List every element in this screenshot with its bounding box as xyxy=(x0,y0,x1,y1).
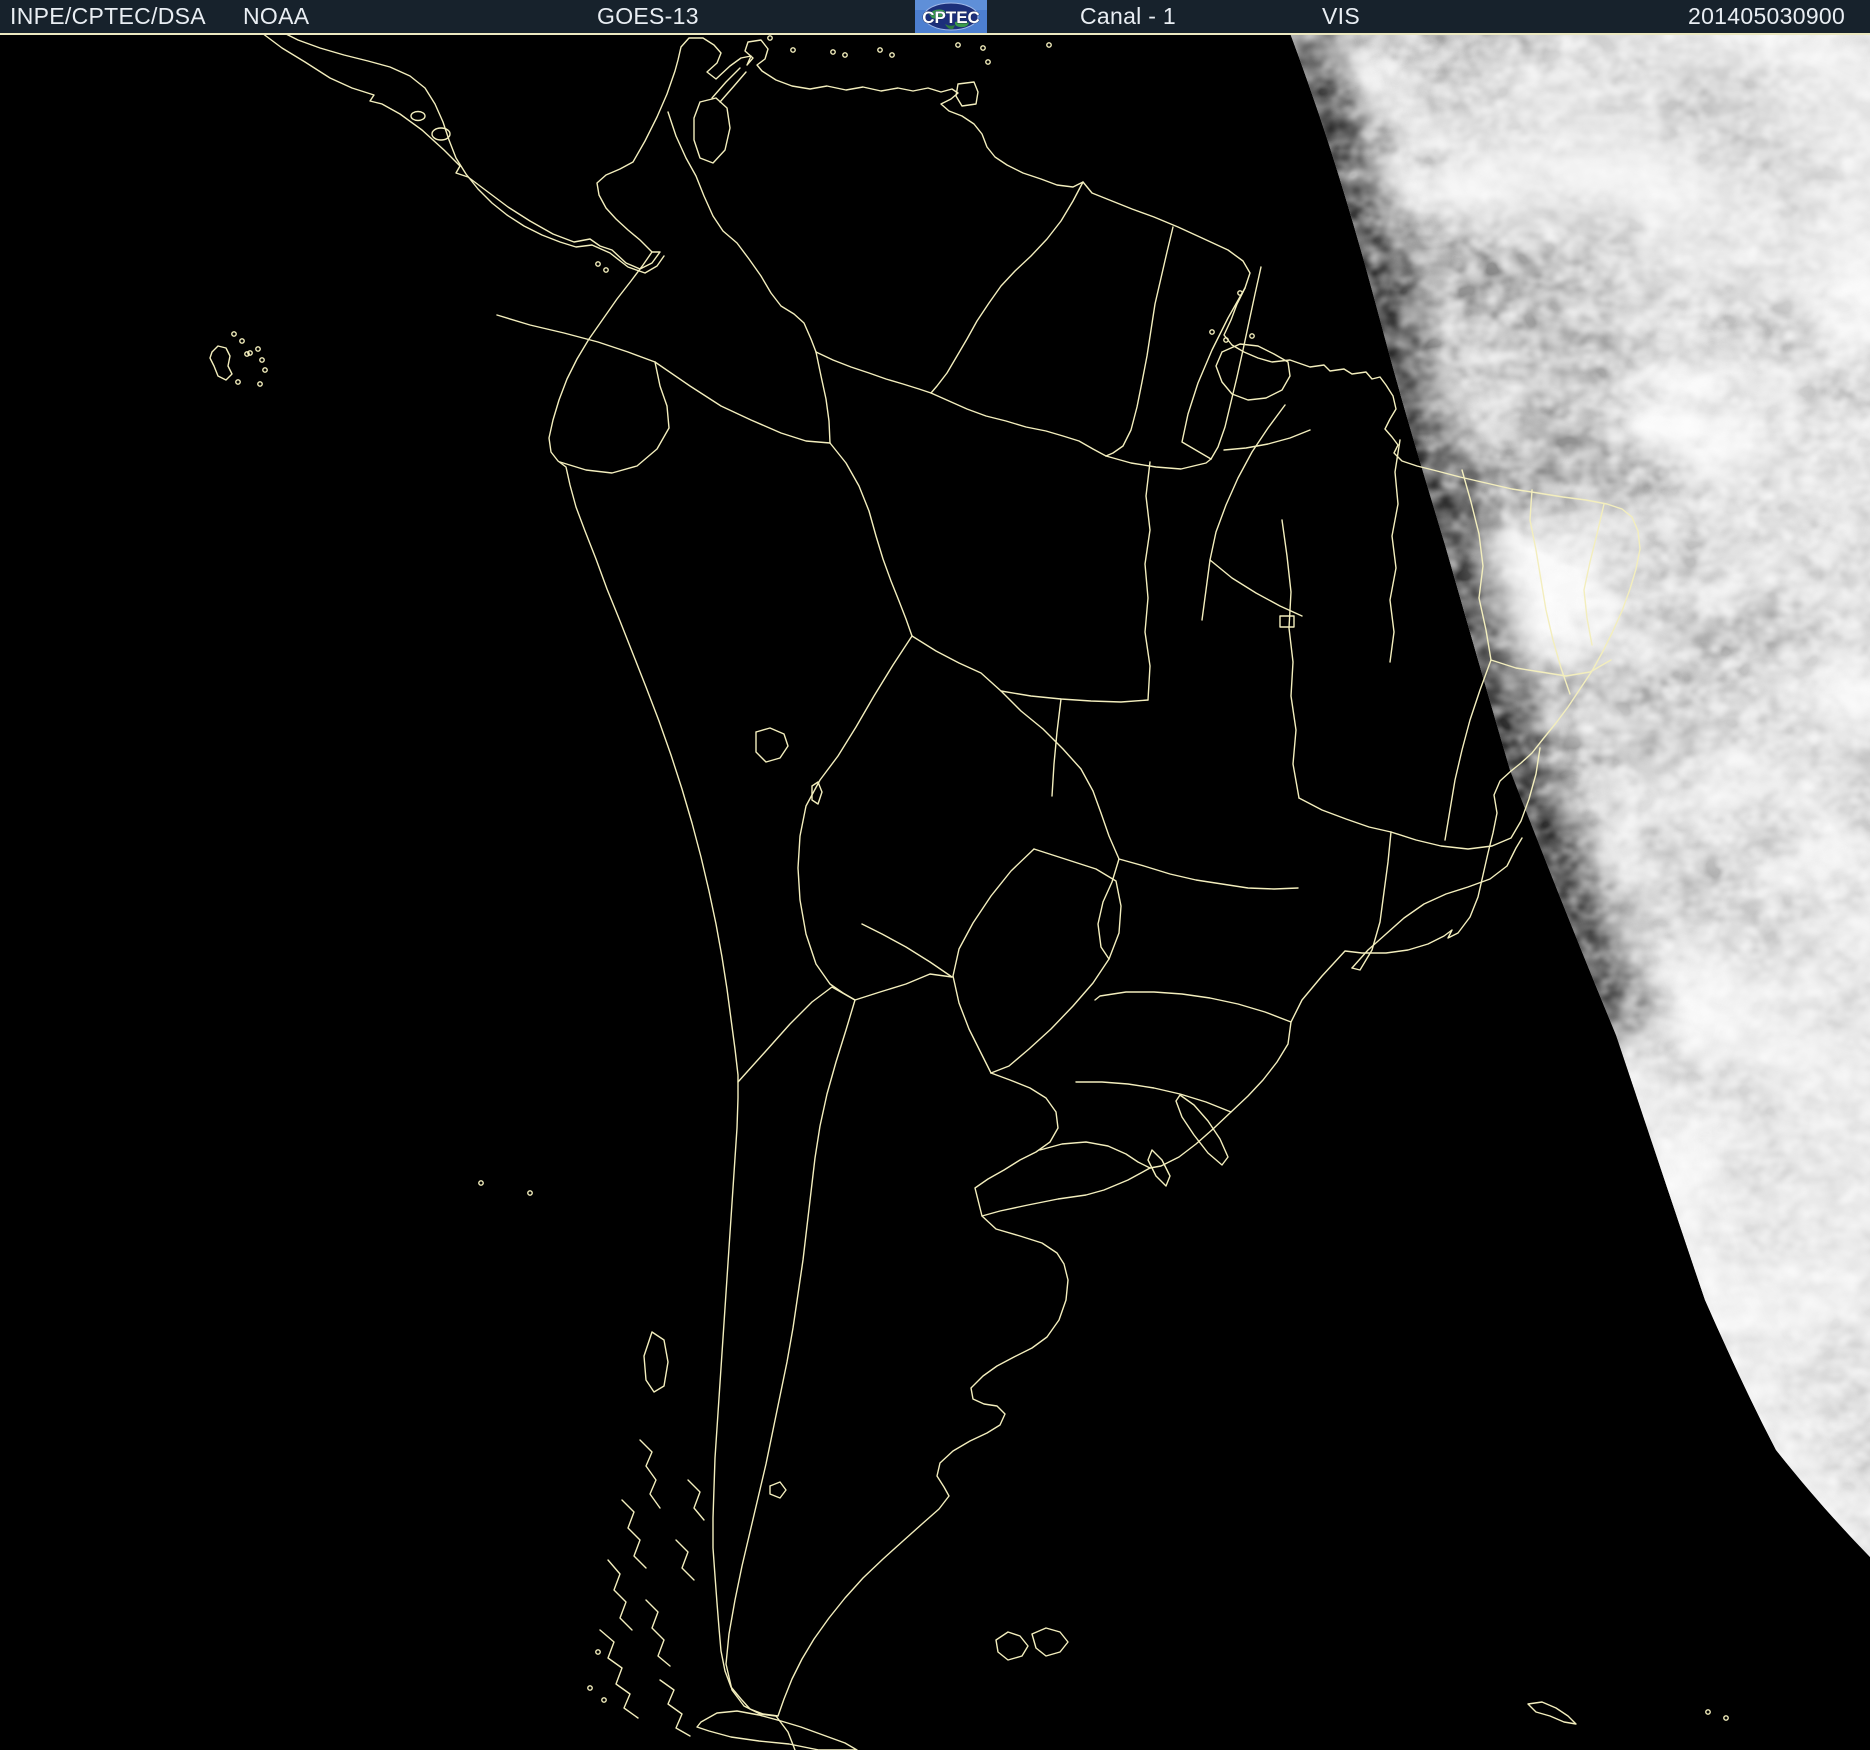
product-label: INPE/CPTEC/DSA xyxy=(10,3,206,29)
map-svg xyxy=(0,0,1870,1750)
agency-label: NOAA xyxy=(243,3,310,29)
satellite-image: INPE/CPTEC/DSA NOAA GOES-13 CPTEC Canal … xyxy=(0,0,1870,1750)
channel-label: Canal - 1 xyxy=(1080,3,1177,29)
cptec-logo: CPTEC xyxy=(915,0,987,33)
header-bar: INPE/CPTEC/DSA NOAA GOES-13 CPTEC Canal … xyxy=(0,0,1870,35)
satellite-label: GOES-13 xyxy=(597,3,699,29)
band-label: VIS xyxy=(1322,3,1360,29)
logo-text: CPTEC xyxy=(922,8,980,27)
timestamp-label: 201405030900 xyxy=(1688,3,1846,29)
